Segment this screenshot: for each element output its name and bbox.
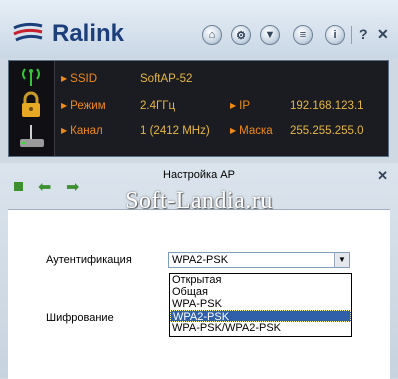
info-icon[interactable]: i — [325, 25, 345, 45]
auth-options-list: Открытая Общая WPA-PSK WPA2-PSK WPA-PSK/… — [169, 273, 352, 337]
mask-label: Маска — [230, 125, 273, 137]
signal-antenna-icon — [22, 68, 40, 86]
toolbar-divider — [351, 26, 352, 44]
mode-label: Режим — [61, 100, 105, 112]
encryption-label: Шифрование — [46, 312, 114, 324]
app-header: Ralink ⌂ ⚙ ▼ ≡ i ? ✕ — [0, 0, 398, 58]
router-icon — [20, 125, 44, 147]
lock-icon — [22, 91, 40, 117]
close-button[interactable]: ✕ — [377, 26, 389, 43]
ssid-label: SSID — [61, 73, 97, 85]
ralink-logo-icon — [13, 22, 43, 42]
log-list-icon[interactable]: ≡ — [293, 25, 313, 45]
ap-close-button[interactable]: ✕ — [377, 168, 388, 184]
site-survey-icon[interactable]: ⌂ — [202, 25, 222, 45]
auth-option[interactable]: Общая — [170, 286, 351, 298]
status-icon-column — [9, 61, 55, 156]
filter-icon[interactable]: ▼ — [260, 25, 280, 45]
ip-value: 192.168.123.1 — [290, 100, 364, 112]
channel-label: Канал — [61, 125, 103, 137]
auth-option[interactable]: Открытая — [170, 274, 351, 286]
auth-option[interactable]: WPA-PSK — [170, 298, 351, 310]
channel-value: 1 (2412 MHz) — [140, 125, 210, 137]
connection-status-panel: SSID SoftAP-52 Режим 2.4ГГц IP 192.168.1… — [8, 60, 389, 157]
help-button[interactable]: ? — [359, 26, 368, 42]
chevron-down-icon[interactable]: ▼ — [334, 253, 349, 267]
mask-value: 255.255.255.0 — [290, 125, 364, 137]
settings-gear-icon[interactable]: ⚙ — [231, 25, 251, 45]
auth-option-selected[interactable]: WPA2-PSK — [170, 310, 351, 323]
ap-settings-title: Настройка AP — [163, 169, 235, 181]
auth-selected-value: WPA2-PSK — [172, 254, 229, 266]
brand-name: Ralink — [52, 20, 125, 47]
auth-option[interactable]: WPA-PSK/WPA2-PSK — [170, 322, 351, 334]
auth-select[interactable]: WPA2-PSK ▼ — [168, 252, 350, 268]
mode-value: 2.4ГГц — [140, 100, 176, 112]
ip-label: IP — [230, 100, 250, 112]
ssid-value: SoftAP-52 — [140, 73, 193, 85]
watermark-text: Soft-Landia.ru — [125, 188, 273, 214]
ap-settings-form: Аутентификация WPA2-PSK ▼ Открытая Общая… — [8, 209, 390, 379]
auth-label: Аутентификация — [46, 254, 132, 266]
